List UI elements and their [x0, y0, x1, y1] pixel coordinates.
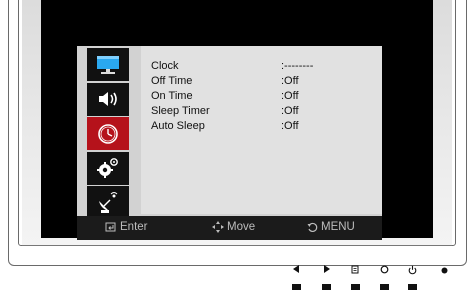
osd-footer: Enter Move MENU [77, 216, 382, 240]
right-arrow-button[interactable] [323, 265, 331, 275]
button-tab [292, 284, 301, 290]
power-icon [408, 265, 417, 275]
menu-row-label: Clock [151, 60, 179, 72]
footer-move-label: Move [227, 221, 256, 233]
menu-row-clock[interactable]: Clock :-------- [151, 60, 313, 73]
menu-button[interactable] [351, 265, 359, 276]
speaker-icon[interactable] [87, 82, 129, 116]
menu-row-label: On Time [151, 90, 193, 102]
menu-row-value: :-------- [281, 60, 314, 72]
menu-row-auto-sleep[interactable]: Auto Sleep :Off [151, 120, 299, 133]
menu-row-label: Off Time [151, 75, 193, 87]
menu-row-label: Sleep Timer [151, 105, 210, 117]
move-icon [212, 221, 224, 233]
led-dot-icon [441, 267, 448, 274]
button-tab [351, 284, 360, 290]
clock-icon[interactable] [87, 117, 129, 150]
return-icon [307, 222, 318, 232]
footer-menu: MENU [307, 221, 355, 233]
menu-row-on-time[interactable]: On Time :Off [151, 90, 299, 103]
enter-icon [105, 222, 116, 232]
footer-enter: Enter [105, 221, 148, 233]
menu-icon [351, 265, 359, 274]
return-button[interactable] [380, 265, 389, 276]
menu-row-value: :Off [281, 75, 299, 87]
satellite-icon[interactable] [87, 186, 129, 219]
menu-row-sleep-timer[interactable]: Sleep Timer :Off [151, 105, 299, 118]
button-tab [380, 284, 389, 290]
left-arrow-button[interactable] [292, 265, 300, 275]
menu-row-value: :Off [281, 105, 299, 117]
osd-options-panel: Clock :-------- Off Time :Off On Time :O… [141, 46, 382, 214]
left-arrow-icon [293, 265, 299, 273]
menu-row-value: :Off [281, 120, 299, 132]
button-tab [408, 284, 417, 290]
circle-arrow-icon [380, 265, 389, 274]
monitor-icon[interactable] [87, 48, 129, 81]
osd-category-column [87, 48, 129, 219]
right-arrow-icon [324, 265, 330, 273]
footer-menu-label: MENU [321, 221, 355, 233]
gears-icon[interactable] [87, 151, 129, 185]
menu-row-off-time[interactable]: Off Time :Off [151, 75, 299, 88]
button-tab [322, 284, 331, 290]
power-button[interactable] [408, 265, 417, 277]
menu-row-label: Auto Sleep [151, 120, 205, 132]
power-led [441, 266, 448, 276]
footer-move: Move [212, 221, 255, 233]
footer-enter-label: Enter [120, 221, 148, 233]
menu-row-value: :Off [281, 90, 299, 102]
osd-menu: Clock :-------- Off Time :Off On Time :O… [77, 46, 382, 240]
